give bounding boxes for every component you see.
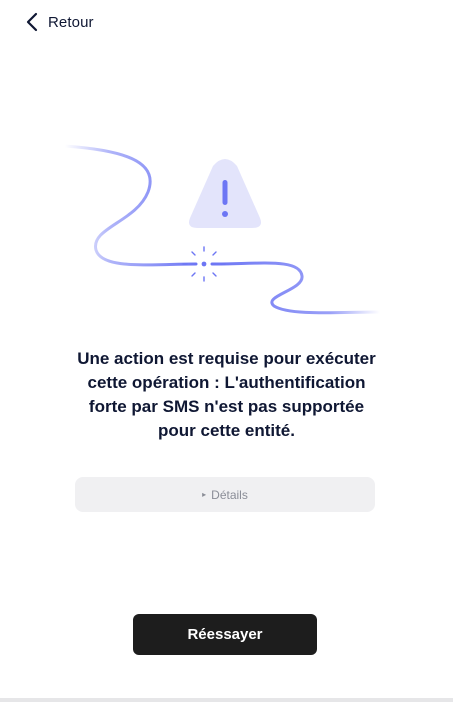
error-screen: Retour Une action est requise pour exécu… — [0, 0, 453, 702]
back-label: Retour — [48, 13, 94, 31]
details-label: Détails — [211, 487, 248, 502]
wire-left — [63, 144, 198, 267]
disclosure-triangle-icon: ▸ — [202, 489, 207, 499]
error-message-line: pour cette entité. — [158, 421, 295, 440]
warning-triangle-icon — [189, 159, 261, 228]
error-message-line: forte par SMS n'est pas supportée — [88, 397, 365, 416]
details-toggle[interactable]: ▸ Détails — [75, 477, 375, 512]
error-message-line: cette opération : L'authentification — [87, 373, 366, 392]
back-button[interactable]: Retour — [26, 12, 94, 32]
wire-right — [210, 261, 382, 315]
error-message-line: Une action est requise pour exécuter — [77, 349, 376, 368]
disconnected-wire-illustration — [63, 144, 382, 315]
bottom-divider — [0, 698, 453, 702]
retry-button[interactable]: Réessayer — [133, 614, 317, 655]
chevron-left-icon — [26, 12, 38, 32]
error-message: Une action est requise pour exécuter cet… — [40, 347, 413, 443]
